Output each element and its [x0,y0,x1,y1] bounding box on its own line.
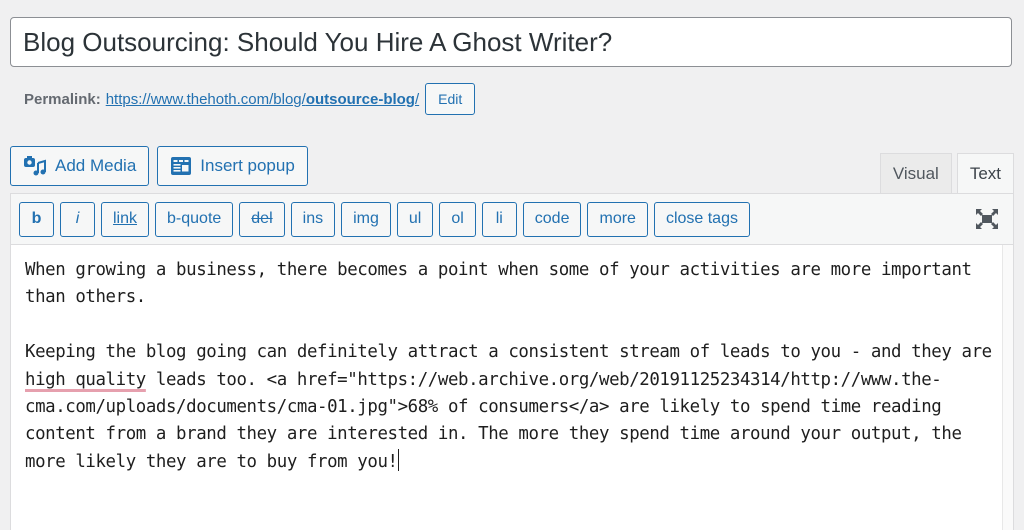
qt-ol-button[interactable]: ol [439,201,476,237]
add-media-button[interactable]: Add Media [10,146,150,186]
qt-italic-button[interactable]: i [60,201,95,237]
tab-visual[interactable]: Visual [879,153,952,193]
content-paragraph: When growing a business, there becomes a… [25,260,982,308]
qt-ul-button[interactable]: ul [396,201,434,237]
editor-scrollbar[interactable] [1002,245,1013,530]
qt-close-tags-button[interactable]: close tags [653,201,750,237]
post-content-textarea[interactable]: When growing a business, there becomes a… [11,245,1013,488]
permalink-link[interactable]: https://www.thehoth.com/blog/outsource-b… [106,91,419,108]
add-media-icon [24,156,46,176]
insert-popup-button[interactable]: Insert popup [157,146,308,186]
qt-img-button[interactable]: img [341,201,391,237]
qt-bold-button[interactable]: b [19,201,54,237]
qt-li-button[interactable]: li [481,201,517,237]
editor-tabs: Visual Text [879,153,1014,194]
fullscreen-icon[interactable] [975,208,999,230]
tab-text[interactable]: Text [956,153,1014,194]
quicktags-toolbar: b i link b-quote del ins img ul ol li co… [11,194,1013,245]
text-caret [397,448,399,471]
media-buttons: Add Media Insert popup [10,146,308,186]
edit-permalink-button[interactable]: Edit [425,83,476,115]
permalink-label: Permalink: [24,90,101,108]
text-editor: b i link b-quote del ins img ul ol li co… [10,193,1014,530]
post-title-input[interactable] [10,17,1012,67]
content-paragraph: Keeping the blog going can definitely at… [25,342,1002,472]
qt-del-button[interactable]: del [239,201,285,237]
qt-more-button[interactable]: more [587,201,648,237]
qt-blockquote-button[interactable]: b-quote [155,201,234,237]
qt-link-button[interactable]: link [101,201,150,237]
insert-popup-icon [171,157,192,175]
permalink-row: Permalink: https://www.thehoth.com/blog/… [24,83,476,115]
permalink-slug: outsource-blog [305,90,415,108]
spellcheck-underline: high quality [25,369,146,390]
qt-code-button[interactable]: code [522,201,582,237]
qt-ins-button[interactable]: ins [290,201,336,237]
